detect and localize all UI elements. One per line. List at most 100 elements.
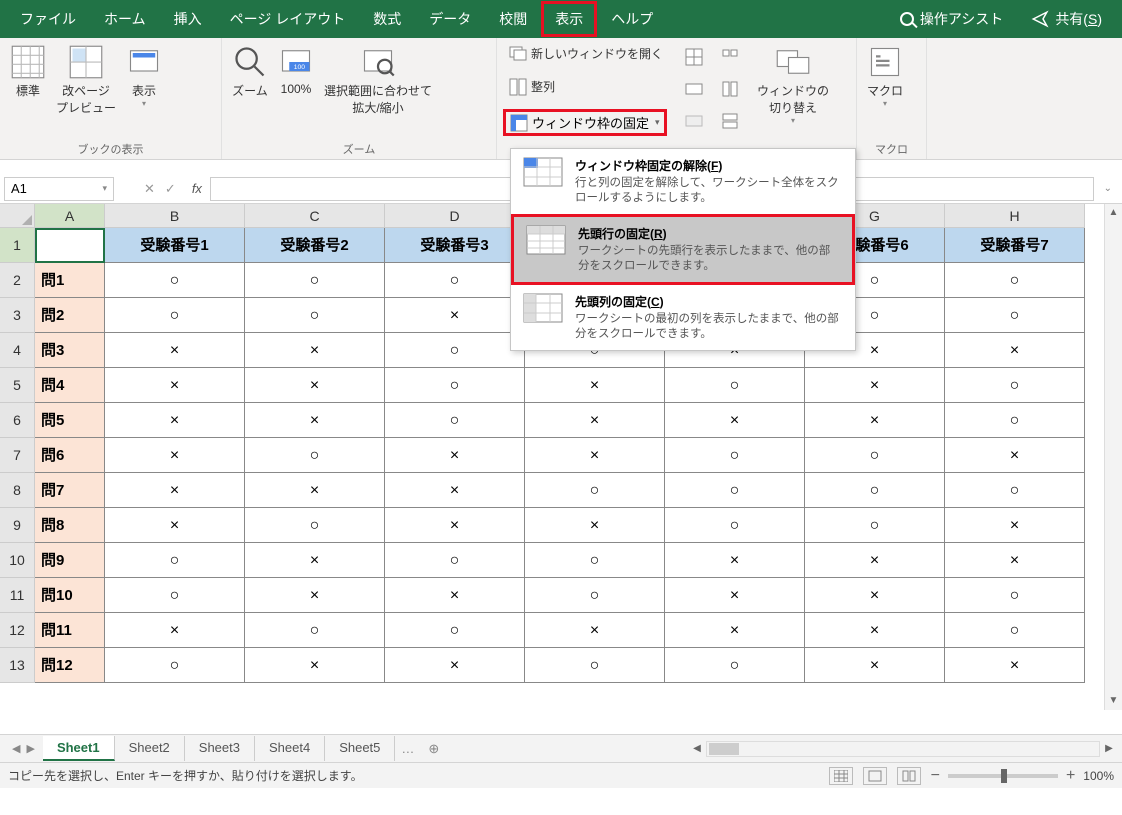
zoom-100-button[interactable]: 100 100% xyxy=(274,42,318,132)
switch-windows-button[interactable]: ウィンドウの 切り替え ▾ xyxy=(753,42,833,136)
row-header[interactable]: 10 xyxy=(0,543,35,578)
cell[interactable]: ○ xyxy=(385,543,525,578)
cell[interactable]: × xyxy=(385,298,525,333)
row-header[interactable]: 11 xyxy=(0,578,35,613)
cell[interactable]: × xyxy=(245,473,385,508)
cell[interactable]: × xyxy=(805,368,945,403)
cell[interactable]: × xyxy=(805,403,945,438)
unfreeze-option[interactable]: ウィンドウ枠固定の解除(F) 行と列の固定を解除して、ワークシート全体をスクロー… xyxy=(511,149,855,214)
cell[interactable]: × xyxy=(665,543,805,578)
col-header-D[interactable]: D xyxy=(385,204,525,228)
cell[interactable]: ○ xyxy=(245,438,385,473)
cell[interactable]: ○ xyxy=(385,403,525,438)
cell[interactable]: ○ xyxy=(105,543,245,578)
menu-help[interactable]: ヘルプ xyxy=(597,1,667,37)
cell[interactable]: × xyxy=(945,438,1085,473)
cell[interactable]: ○ xyxy=(665,368,805,403)
cell[interactable]: × xyxy=(385,578,525,613)
cell[interactable]: ○ xyxy=(945,613,1085,648)
row-header[interactable]: 4 xyxy=(0,333,35,368)
row-header[interactable]: 3 xyxy=(0,298,35,333)
cell[interactable]: × xyxy=(105,438,245,473)
cell[interactable]: ○ xyxy=(385,263,525,298)
cell[interactable]: × xyxy=(945,508,1085,543)
cell[interactable]: ○ xyxy=(945,368,1085,403)
cell[interactable]: × xyxy=(245,368,385,403)
cell[interactable]: × xyxy=(525,438,665,473)
cell[interactable]: ○ xyxy=(805,438,945,473)
cell[interactable]: ○ xyxy=(525,543,665,578)
col-header-B[interactable]: B xyxy=(105,204,245,228)
enter-formula-icon[interactable]: ✓ xyxy=(165,181,176,197)
view-pagebreak-button[interactable]: 改ページ プレビュー xyxy=(52,42,120,132)
cell-rowlabel[interactable]: 問6 xyxy=(35,438,105,473)
cell[interactable]: × xyxy=(105,403,245,438)
zoom-percent[interactable]: 100% xyxy=(1083,769,1114,783)
fx-icon[interactable]: fx xyxy=(188,181,206,196)
cell[interactable]: × xyxy=(805,578,945,613)
window-hide-button[interactable] xyxy=(679,78,709,100)
cell[interactable]: × xyxy=(385,438,525,473)
cell[interactable]: × xyxy=(525,403,665,438)
col-header-A[interactable]: A xyxy=(35,204,105,228)
cell[interactable]: × xyxy=(805,613,945,648)
cell[interactable]: × xyxy=(385,508,525,543)
menu-pagelayout[interactable]: ページ レイアウト xyxy=(216,1,360,37)
cell-rowlabel[interactable]: 問8 xyxy=(35,508,105,543)
cell[interactable]: ○ xyxy=(385,333,525,368)
cell[interactable]: × xyxy=(245,648,385,683)
cell[interactable]: ○ xyxy=(945,473,1085,508)
cell-header[interactable]: 受験番号2 xyxy=(245,228,385,263)
cell[interactable]: × xyxy=(105,508,245,543)
menu-review[interactable]: 校閲 xyxy=(485,1,541,37)
row-header-1[interactable]: 1 xyxy=(0,228,35,263)
menu-view[interactable]: 表示 xyxy=(541,1,597,37)
row-header[interactable]: 2 xyxy=(0,263,35,298)
window-split-button[interactable] xyxy=(679,46,709,68)
cell[interactable]: ○ xyxy=(105,578,245,613)
cell[interactable]: ○ xyxy=(805,473,945,508)
cell[interactable]: × xyxy=(805,648,945,683)
cell-header[interactable]: 受験番号7 xyxy=(945,228,1085,263)
sheet-tab[interactable]: Sheet2 xyxy=(115,736,185,761)
cell[interactable]: ○ xyxy=(525,578,665,613)
freeze-top-row-option[interactable]: 先頭行の固定(R) ワークシートの先頭行を表示したままで、他の部分をスクロールで… xyxy=(511,214,855,285)
scroll-thumb[interactable] xyxy=(709,743,739,755)
cell[interactable]: ○ xyxy=(945,263,1085,298)
arrange-button[interactable]: 整列 xyxy=(503,76,561,98)
window-opt3[interactable] xyxy=(715,110,745,132)
row-header[interactable]: 6 xyxy=(0,403,35,438)
window-opt1[interactable] xyxy=(715,46,745,68)
cell[interactable]: ○ xyxy=(665,648,805,683)
cell[interactable]: × xyxy=(105,613,245,648)
cell[interactable]: ○ xyxy=(245,613,385,648)
scroll-down-arrow[interactable]: ▼ xyxy=(1105,692,1122,710)
cell[interactable]: ○ xyxy=(665,473,805,508)
cell-header[interactable]: 受験番号3 xyxy=(385,228,525,263)
zoom-slider[interactable] xyxy=(948,774,1058,778)
col-header-H[interactable]: H xyxy=(945,204,1085,228)
horizontal-scrollbar[interactable]: ◀ ▶ xyxy=(688,741,1118,757)
cell[interactable]: ○ xyxy=(245,298,385,333)
cell[interactable]: ○ xyxy=(805,508,945,543)
cell[interactable]: × xyxy=(245,333,385,368)
cell[interactable]: ○ xyxy=(525,648,665,683)
zoom-in[interactable]: + xyxy=(1066,767,1075,785)
cell[interactable]: × xyxy=(945,648,1085,683)
zoom-out[interactable]: − xyxy=(931,767,940,785)
view-pagebreak-statusbar[interactable] xyxy=(897,767,921,785)
menu-file[interactable]: ファイル xyxy=(6,1,90,37)
cell[interactable]: × xyxy=(525,368,665,403)
row-header[interactable]: 7 xyxy=(0,438,35,473)
cell[interactable]: × xyxy=(665,613,805,648)
row-header[interactable]: 8 xyxy=(0,473,35,508)
cell[interactable]: ○ xyxy=(945,578,1085,613)
cell[interactable]: × xyxy=(665,403,805,438)
cell[interactable]: ○ xyxy=(945,298,1085,333)
cell-header[interactable]: 受験番号1 xyxy=(105,228,245,263)
cell[interactable]: × xyxy=(665,578,805,613)
sheet-nav-prev[interactable]: ◀ xyxy=(12,742,20,755)
cell-rowlabel[interactable]: 問7 xyxy=(35,473,105,508)
freeze-first-col-option[interactable]: 先頭列の固定(C) ワークシートの最初の列を表示したままで、他の部分をスクロール… xyxy=(511,285,855,350)
row-header[interactable]: 9 xyxy=(0,508,35,543)
